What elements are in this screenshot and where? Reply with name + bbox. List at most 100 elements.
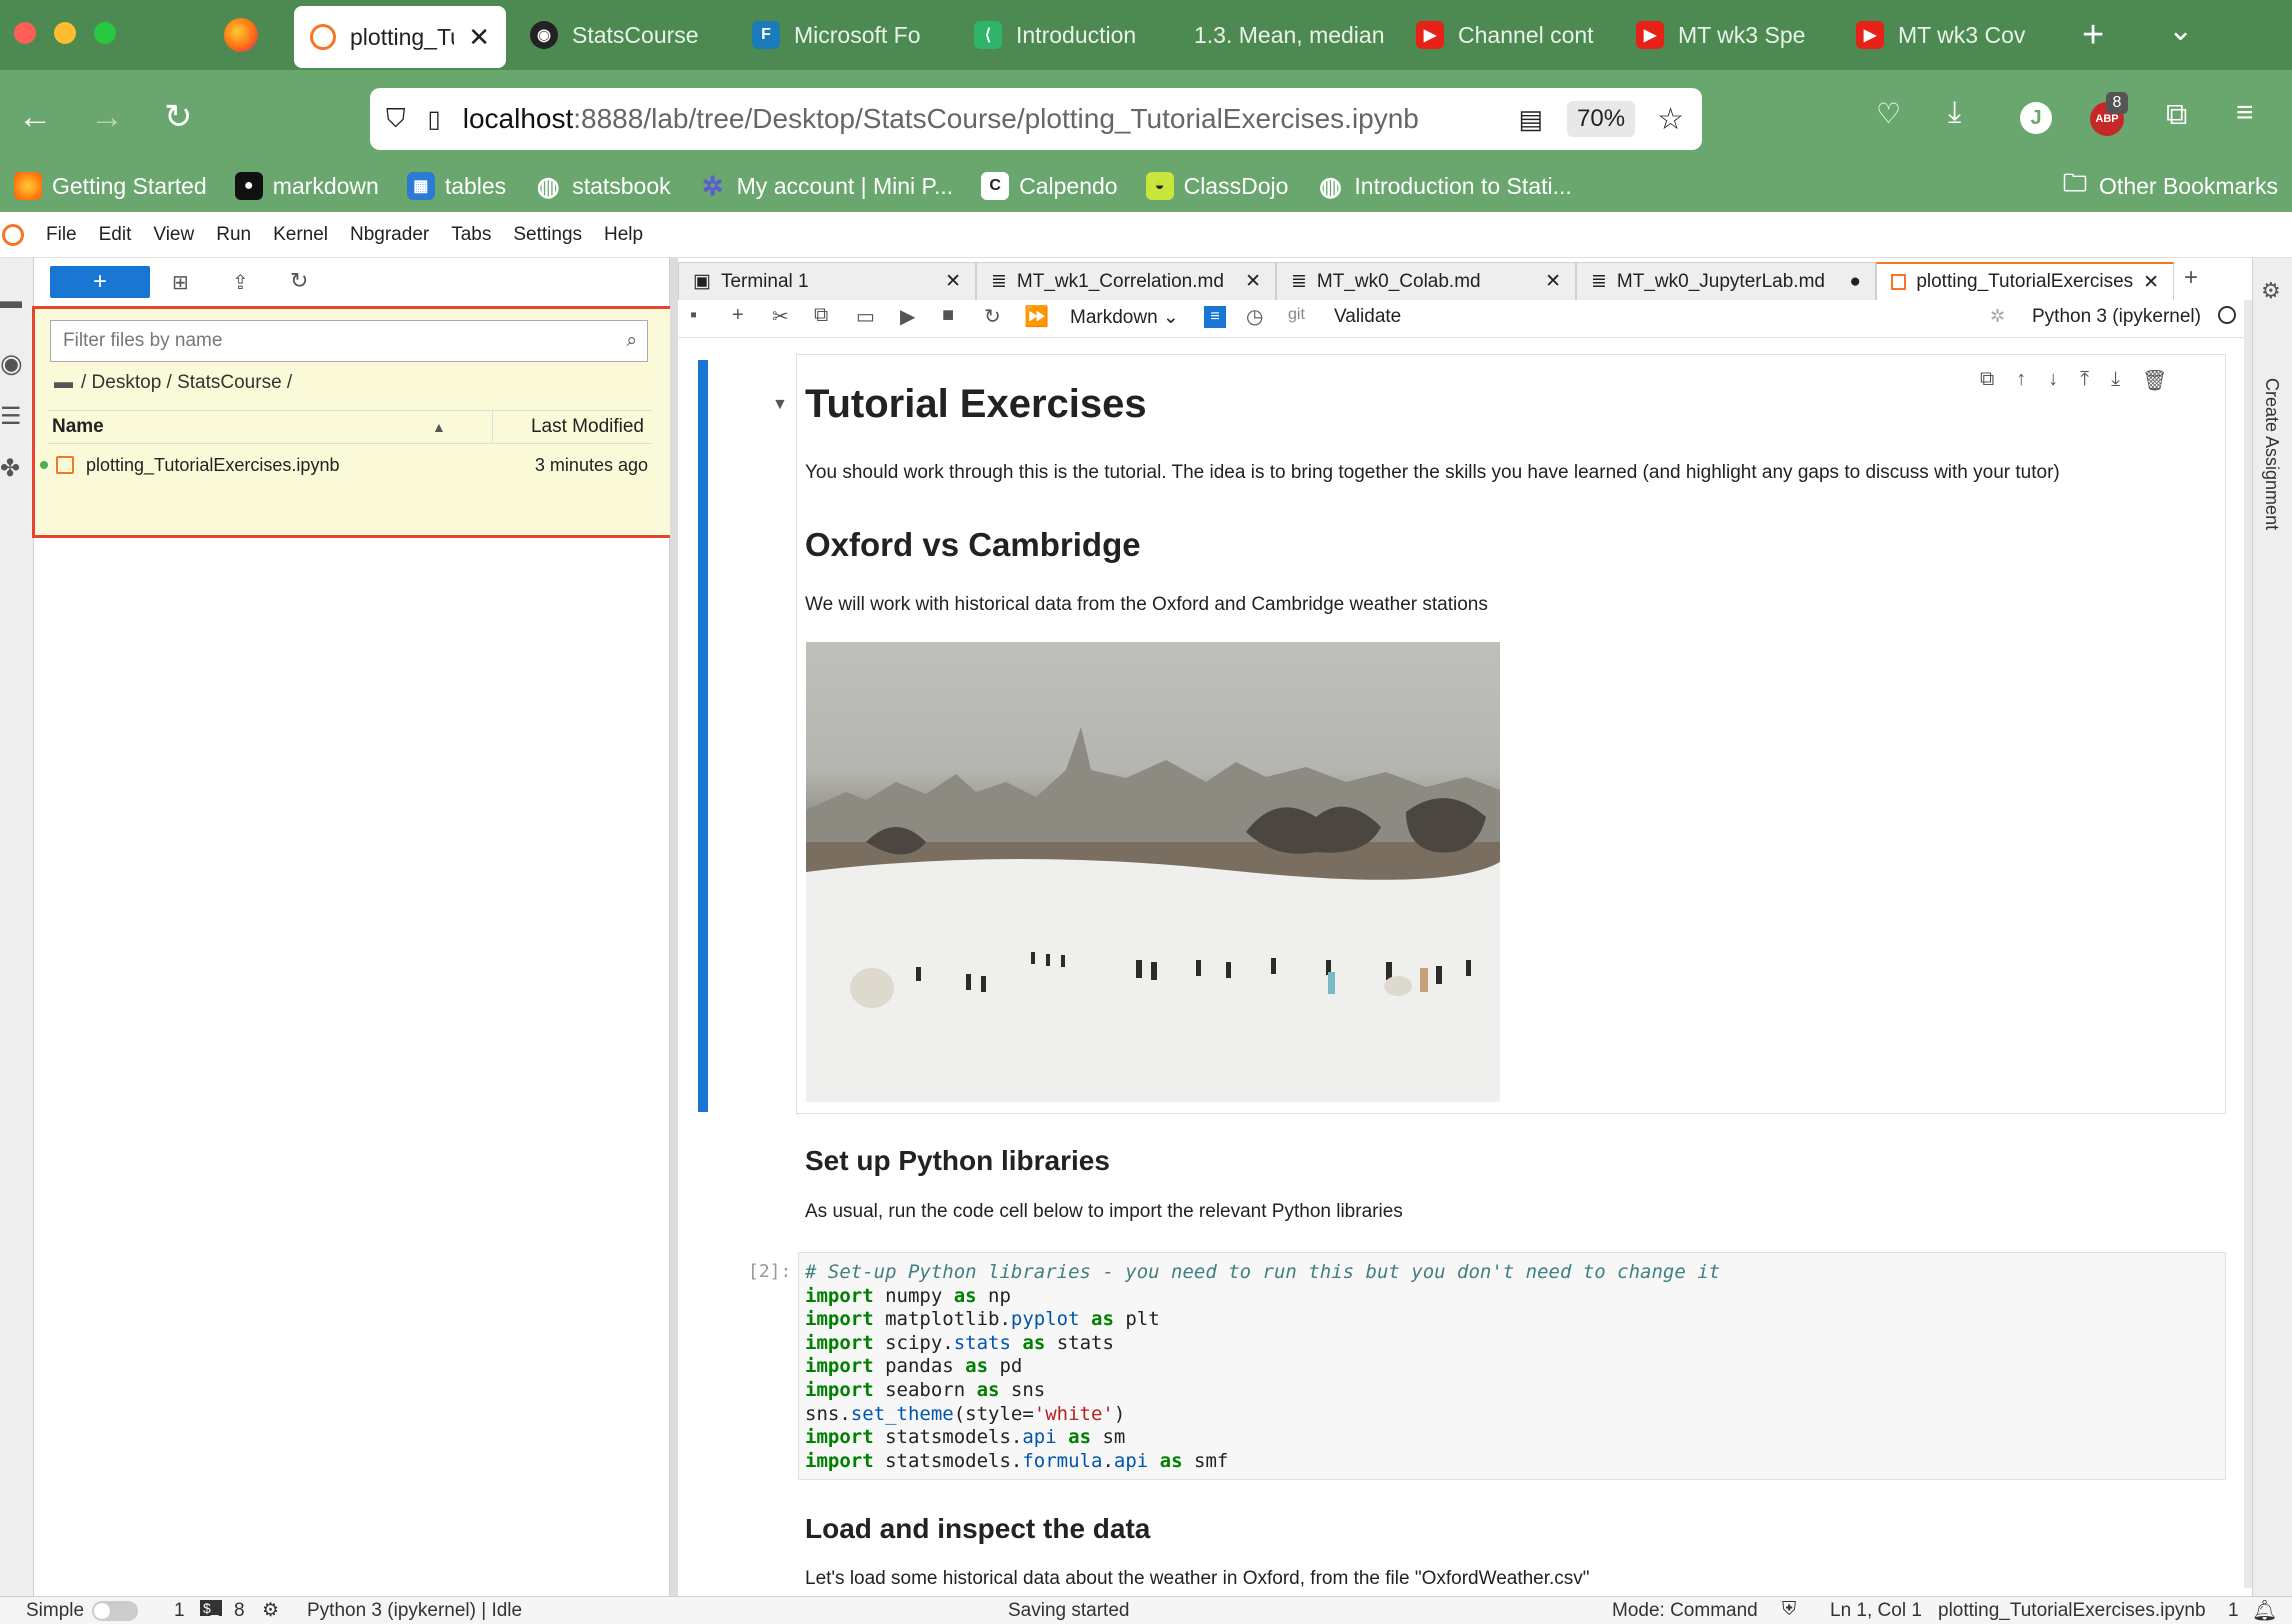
column-name[interactable]: Name <box>52 416 432 438</box>
duplicate-cell-icon[interactable]: ⧉ <box>1980 368 1994 393</box>
validate-button[interactable]: Validate <box>1334 306 1401 328</box>
back-arrow-icon[interactable]: ← <box>18 100 52 134</box>
close-tab-icon[interactable]: ✕ <box>468 22 490 53</box>
bell-icon[interactable]: 🔔︎ <box>2252 1598 2277 1623</box>
breadcrumb[interactable]: ▬ / Desktop / StatsCourse / <box>54 372 292 394</box>
copy-icon[interactable]: ⧉ <box>814 304 828 327</box>
doc-tab-jupyterlab[interactable]: ≣ MT_wk0_JupyterLab.md ● <box>1576 262 1876 300</box>
doc-tab-notebook-active[interactable]: plotting_TutorialExercises.ip ✕ <box>1876 262 2174 300</box>
bookmark[interactable]: C Calpendo <box>981 172 1118 200</box>
download-icon[interactable]: ⤓ <box>1948 98 1961 128</box>
hamburger-menu-icon[interactable]: ≡ <box>2236 98 2254 128</box>
menu-run[interactable]: Run <box>216 224 251 246</box>
create-assignment-tab[interactable]: Create Assignment <box>2261 378 2282 530</box>
column-modified[interactable]: Last Modified <box>531 416 644 438</box>
insert-cell-icon[interactable]: + <box>732 304 744 327</box>
extension-icon[interactable]: ✤ <box>0 454 20 483</box>
doc-tab-correlation[interactable]: ≣ MT_wk1_Correlation.md ✕ <box>976 262 1276 300</box>
browser-tab-active[interactable]: plotting_Tu ✕ <box>294 6 506 68</box>
close-window-button[interactable] <box>14 22 36 44</box>
toc-icon[interactable]: ☰ <box>0 402 22 431</box>
reload-icon[interactable]: ↻ <box>164 100 193 134</box>
cell-type-select[interactable]: Markdown ⌄ <box>1070 306 1179 329</box>
simple-mode-toggle[interactable] <box>92 1601 138 1621</box>
menu-edit[interactable]: Edit <box>99 224 132 246</box>
menu-kernel[interactable]: Kernel <box>273 224 328 246</box>
menu-settings[interactable]: Settings <box>513 224 582 246</box>
insert-below-icon[interactable]: ⤓ <box>2111 368 2120 393</box>
filter-input[interactable]: Filter files by name ⌕ <box>50 320 648 362</box>
forward-arrow-icon[interactable]: → <box>90 100 124 134</box>
kernel-chip-icon[interactable]: ⚙ <box>262 1599 279 1622</box>
bookmark[interactable]: ◒ ClassDojo <box>1145 172 1288 200</box>
chevron-down-icon[interactable]: ⌄ <box>2168 16 2193 46</box>
add-tab-icon[interactable]: + <box>2184 264 2198 292</box>
url-bar[interactable]: ⛉ ▯ localhost:8888/lab/tree/Desktop/Stat… <box>370 88 1702 150</box>
stop-icon[interactable]: ■ <box>942 304 954 327</box>
terminal-icon[interactable]: $_ <box>200 1600 222 1616</box>
paste-icon[interactable]: ▭ <box>856 304 875 329</box>
close-tab-icon[interactable]: ✕ <box>1245 270 1261 293</box>
close-tab-icon[interactable]: ✕ <box>2143 271 2159 294</box>
command-mode[interactable]: Mode: Command <box>1612 1600 1758 1622</box>
doc-tab-terminal[interactable]: ▣ Terminal 1 ✕ <box>678 262 976 300</box>
cut-icon[interactable]: ✂ <box>772 304 789 329</box>
bookmark[interactable]: ● markdown <box>234 172 379 200</box>
git-label[interactable]: git <box>1288 306 1305 324</box>
kernel-status[interactable]: Python 3 (ipykernel) | Idle <box>307 1600 522 1622</box>
run-icon[interactable]: ▶ <box>900 304 915 329</box>
delete-cell-icon[interactable]: 🗑 <box>2142 368 2167 393</box>
menu-tabs[interactable]: Tabs <box>451 224 491 246</box>
menu-view[interactable]: View <box>153 224 194 246</box>
code-cell[interactable]: # Set-up Python libraries - you need to … <box>798 1252 2226 1480</box>
browser-tab[interactable]: ▶ MT wk3 Cov <box>1856 0 2034 70</box>
menu-help[interactable]: Help <box>604 224 643 246</box>
collapse-caret-icon[interactable]: ▼ <box>772 396 788 414</box>
save-icon[interactable]: ▪ <box>690 304 697 327</box>
folder-icon[interactable]: ▬ <box>0 288 22 314</box>
restart-icon[interactable]: ↻ <box>984 304 1001 329</box>
firefox-icon[interactable] <box>224 18 258 52</box>
cursor-position[interactable]: Ln 1, Col 1 <box>1830 1600 1922 1622</box>
other-bookmarks[interactable]: 🗀 Other Bookmarks <box>2061 170 2278 200</box>
insert-above-icon[interactable]: ⤒ <box>2080 368 2089 393</box>
property-gear-icon[interactable]: ⚙ <box>2261 278 2281 304</box>
unsaved-dot-icon[interactable]: ● <box>1850 271 1861 293</box>
bookmark[interactable]: ◍ Introduction to Stati... <box>1316 171 1572 201</box>
bookmark[interactable]: ◍ statsbook <box>534 171 671 201</box>
fast-forward-icon[interactable]: ⏩ <box>1024 304 1049 329</box>
new-launcher-button[interactable]: + <box>50 266 150 298</box>
panel-splitter[interactable] <box>670 258 678 1596</box>
upload-icon[interactable]: ⇪ <box>232 270 249 295</box>
browser-tab[interactable]: ⟨ Introduction <box>974 0 1152 70</box>
security-icon[interactable]: ⛨ <box>1782 1599 1796 1621</box>
notebook-scrollbar[interactable] <box>2244 300 2252 1588</box>
browser-tab[interactable]: ◉ StatsCourse <box>530 0 710 70</box>
bookmark[interactable]: ✲ My account | Mini P... <box>699 171 953 201</box>
move-down-icon[interactable]: ↓ <box>2048 368 2058 393</box>
bookmark[interactable]: ▦ tables <box>406 172 506 200</box>
browser-tab[interactable]: ▶ Channel cont <box>1416 0 1602 70</box>
refresh-icon[interactable]: ↻ <box>290 268 308 294</box>
browser-tab[interactable]: 1.3. Mean, median <box>1194 0 1384 70</box>
extensions-icon[interactable]: ⧉ <box>2166 100 2187 130</box>
pocket-icon[interactable]: ♡ <box>1876 100 1901 128</box>
star-icon[interactable]: ☆ <box>1657 102 1684 137</box>
file-row[interactable]: plotting_TutorialExercises.ipynb 3 minut… <box>38 448 652 482</box>
menu-file[interactable]: File <box>46 224 77 246</box>
maximize-window-button[interactable] <box>94 22 116 44</box>
running-icon[interactable]: ◉ <box>0 348 23 379</box>
menu-nbgrader[interactable]: Nbgrader <box>350 224 429 246</box>
minimize-window-button[interactable] <box>54 22 76 44</box>
shield-icon[interactable]: ⛉ <box>386 103 406 135</box>
browser-tab[interactable]: ▶ MT wk3 Spe <box>1636 0 1818 70</box>
bookmark[interactable]: Getting Started <box>14 172 207 200</box>
reader-view-icon[interactable]: ▤ <box>1518 104 1543 135</box>
browser-tab[interactable]: F Microsoft Fo <box>752 0 932 70</box>
new-tab-icon[interactable]: + <box>2082 16 2104 54</box>
kernel-name[interactable]: Python 3 (ipykernel) <box>2032 306 2201 328</box>
close-tab-icon[interactable]: ✕ <box>1545 270 1561 293</box>
property-inspector-icon[interactable]: ≡ <box>1204 306 1226 328</box>
zoom-level[interactable]: 70% <box>1567 101 1636 137</box>
move-up-icon[interactable]: ↑ <box>2016 368 2026 393</box>
